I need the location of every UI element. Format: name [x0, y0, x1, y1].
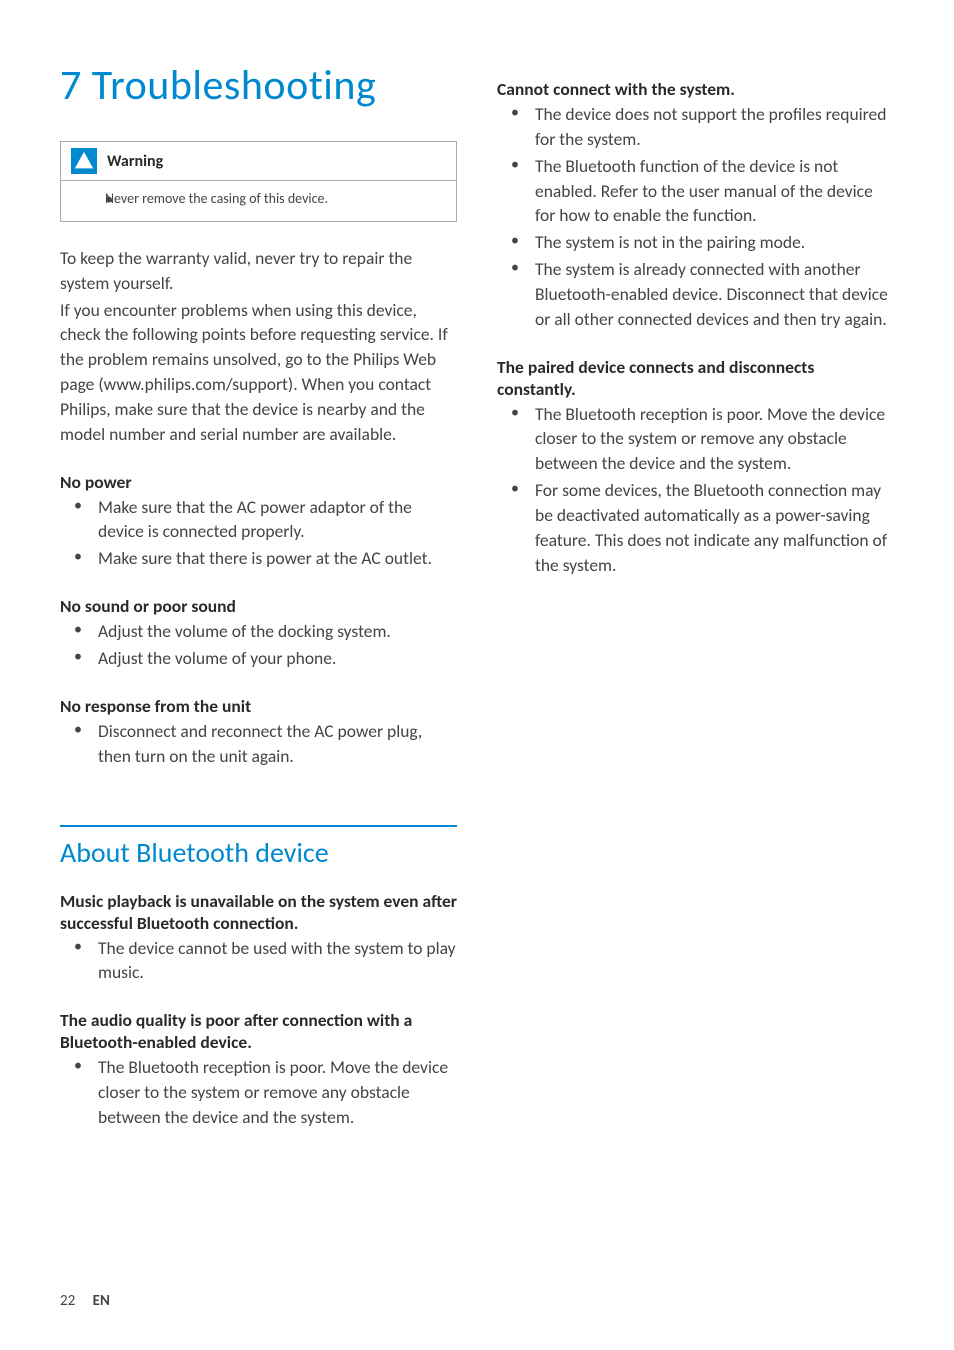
list-item: The Bluetooth function of the device is …: [497, 154, 894, 229]
heading-music-unavailable: Music playback is unavailable on the sys…: [60, 890, 457, 934]
heading-disconnects: The paired device connects and disconnec…: [497, 356, 894, 400]
intro-paragraph-2: If you encounter problems when using thi…: [60, 298, 457, 447]
section-title-bluetooth: About Bluetooth device: [60, 835, 457, 870]
warning-icon: [71, 148, 97, 174]
list-item: Adjust the volume of the docking system.: [60, 619, 457, 644]
list-item: The system is already connected with ano…: [497, 257, 894, 332]
list-item: The system is not in the pairing mode.: [497, 230, 894, 255]
section-divider: [60, 825, 457, 827]
chapter-title: 7 Troubleshooting: [60, 60, 457, 111]
heading-audio-quality: The audio quality is poor after connecti…: [60, 1009, 457, 1053]
warning-item: Never remove the casing of this device.: [91, 189, 442, 209]
heading-no-sound: No sound or poor sound: [60, 595, 457, 617]
list-music-unavailable: The device cannot be used with the syste…: [60, 936, 457, 986]
heading-no-power: No power: [60, 471, 457, 493]
list-item: Adjust the volume of your phone.: [60, 646, 457, 671]
page-footer: 22 EN: [60, 1292, 110, 1310]
list-item: The device does not support the profiles…: [497, 102, 894, 152]
list-item: The Bluetooth reception is poor. Move th…: [60, 1055, 457, 1130]
list-no-response: Disconnect and reconnect the AC power pl…: [60, 719, 457, 769]
list-no-power: Make sure that the AC power adaptor of t…: [60, 495, 457, 572]
warning-box: Warning Never remove the casing of this …: [60, 141, 457, 222]
list-item: Disconnect and reconnect the AC power pl…: [60, 719, 457, 769]
page-number: 22: [60, 1292, 75, 1310]
list-item: The device cannot be used with the syste…: [60, 936, 457, 986]
list-audio-quality: The Bluetooth reception is poor. Move th…: [60, 1055, 457, 1130]
list-item: Make sure that the AC power adaptor of t…: [60, 495, 457, 545]
list-item: The Bluetooth reception is poor. Move th…: [497, 402, 894, 477]
list-cannot-connect: The device does not support the profiles…: [497, 102, 894, 332]
heading-no-response: No response from the unit: [60, 695, 457, 717]
list-no-sound: Adjust the volume of the docking system.…: [60, 619, 457, 671]
heading-cannot-connect: Cannot connect with the system.: [497, 78, 894, 100]
list-disconnects: The Bluetooth reception is poor. Move th…: [497, 402, 894, 578]
warning-header: Warning: [61, 142, 456, 181]
intro-paragraph-1: To keep the warranty valid, never try to…: [60, 246, 457, 296]
list-item: For some devices, the Bluetooth connecti…: [497, 478, 894, 577]
warning-label: Warning: [107, 152, 163, 171]
warning-body: Never remove the casing of this device.: [61, 181, 456, 221]
language-code: EN: [93, 1292, 110, 1310]
list-item: Make sure that there is power at the AC …: [60, 546, 457, 571]
